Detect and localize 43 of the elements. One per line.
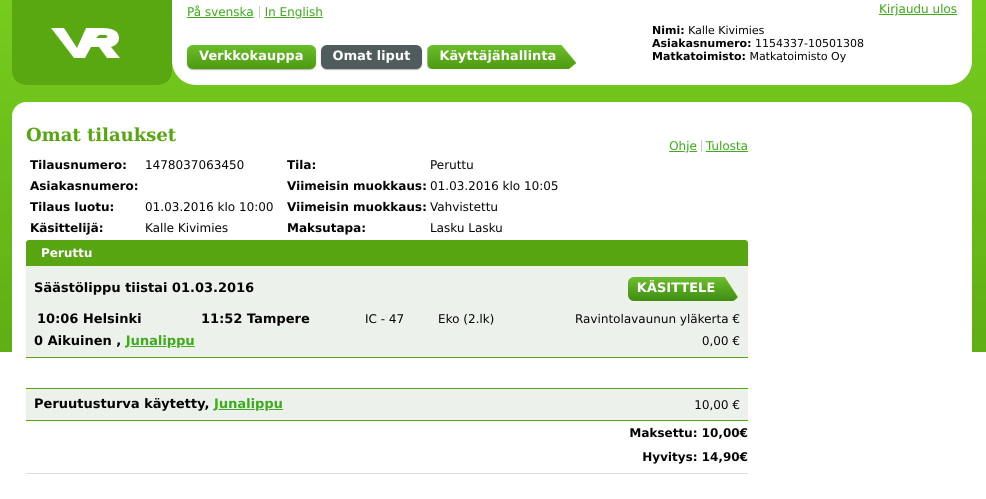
field-label: Tilaus luotu: — [30, 199, 116, 216]
process-button[interactable]: KÄSITTELE — [628, 277, 738, 301]
field-value: Kalle Kivimies — [145, 220, 230, 237]
user-info-text: Matkatoimisto: Matkatoimisto Oy — [652, 50, 848, 63]
user-info-text: Nimi: Kalle Kivimies — [652, 24, 766, 37]
field-value: Lasku Lasku — [430, 220, 504, 237]
language-link[interactable]: In English — [264, 3, 323, 21]
class-text: Eko (2.lk) — [438, 311, 496, 328]
arrival-text: 11:52 Tampere — [201, 311, 311, 329]
passenger-text: 0 Aikuinen , Junalippu — [34, 332, 195, 350]
cancellation-text: Peruutusturva käytetty, Junalippu — [34, 396, 283, 414]
help-link[interactable]: Tulosta — [706, 137, 748, 155]
user-info-text: Asiakasnumero: 1154337-10501308 — [652, 37, 865, 50]
logout-link[interactable]: Kirjaudu ulos — [879, 0, 957, 18]
price-text: 0,00 € — [702, 332, 740, 350]
field-label: Viimeisin muokkaus: — [287, 178, 428, 195]
field-label: Käsittelijä: — [30, 220, 104, 237]
total-text: Hyvitys: 14,90€ — [642, 449, 748, 466]
field-label: Viimeisin muokkaus: — [287, 199, 428, 216]
field-value: 01.03.2016 klo 10:00 — [145, 199, 275, 216]
nav-tab[interactable]: Käyttäjähallinta — [427, 45, 576, 69]
field-value: 1478037063450 — [145, 157, 246, 174]
nav-tab[interactable]: Verkkokauppa — [187, 45, 316, 69]
departure-text: 10:06 Helsinki — [37, 311, 143, 329]
nav-tab[interactable]: Omat liput — [320, 45, 422, 69]
ticket-link[interactable]: Junalippu — [126, 334, 195, 348]
field-value: Peruttu — [430, 157, 475, 174]
field-label: Maksutapa: — [287, 220, 368, 237]
field-label: Tila: — [287, 157, 318, 174]
field-label: Tilausnumero: — [30, 157, 128, 174]
language-link[interactable]: På svenska — [187, 3, 254, 21]
seat-text: Ravintolavaunun yläkerta € — [574, 311, 740, 328]
train-text: IC - 47 — [365, 311, 406, 328]
field-value: Vahvistettu — [430, 199, 500, 216]
help-link[interactable]: Ohje — [669, 137, 697, 155]
page-title: Omat tilaukset — [26, 124, 176, 148]
total-text: Maksettu: 10,00€ — [629, 425, 748, 442]
ticket-title: Säästölippu tiistai 01.03.2016 — [34, 280, 254, 298]
field-value: 01.03.2016 klo 10:05 — [430, 178, 560, 195]
price-text: 10,00 € — [694, 396, 740, 414]
field-label: Asiakasnumero: — [30, 178, 140, 195]
ticket-link[interactable]: Junalippu — [214, 396, 283, 412]
section-title: Peruttu — [41, 245, 92, 262]
